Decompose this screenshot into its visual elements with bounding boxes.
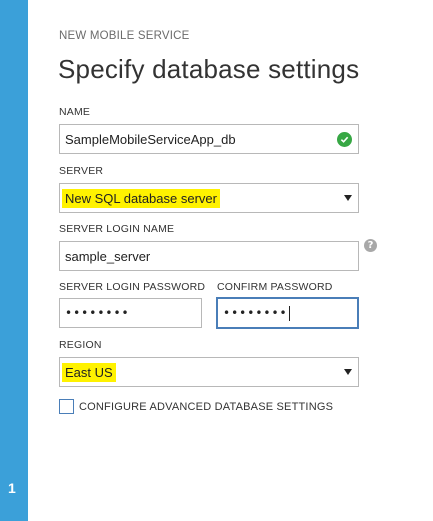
chevron-down-icon [344, 195, 352, 201]
server-login-name-field[interactable]: sample_server [59, 241, 359, 271]
advanced-settings-label[interactable]: CONFIGURE ADVANCED DATABASE SETTINGS [79, 401, 333, 413]
chevron-down-icon [344, 369, 352, 375]
advanced-settings-checkbox[interactable] [59, 399, 74, 414]
server-select[interactable]: New SQL database server [59, 183, 359, 213]
server-label: SERVER [59, 165, 104, 177]
server-login-password-value: •••••••• [65, 306, 130, 320]
server-login-password-label: SERVER LOGIN PASSWORD [59, 281, 206, 293]
wizard-step-rail: 1 [0, 0, 28, 521]
server-login-name-value: sample_server [65, 248, 151, 264]
region-select[interactable]: East US [59, 357, 359, 387]
dialog-title: Specify database settings [58, 54, 360, 84]
dialog-subtitle: NEW MOBILE SERVICE [59, 30, 190, 42]
name-value: SampleMobileServiceApp_db [65, 131, 236, 147]
text-caret [288, 305, 290, 321]
step-number: 1 [8, 480, 16, 496]
name-label: NAME [59, 106, 91, 118]
server-login-name-label: SERVER LOGIN NAME [59, 223, 175, 235]
valid-check-icon [337, 132, 352, 147]
confirm-password-field[interactable]: •••••••• [216, 297, 359, 329]
confirm-password-label: CONFIRM PASSWORD [217, 281, 333, 293]
help-icon[interactable]: ? [364, 239, 377, 252]
confirm-password-value: •••••••• [223, 306, 288, 320]
server-login-password-field[interactable]: •••••••• [59, 298, 202, 328]
region-label: REGION [59, 339, 102, 351]
name-field[interactable]: SampleMobileServiceApp_db [59, 124, 359, 154]
region-selected-value: East US [62, 362, 116, 382]
server-selected-value: New SQL database server [62, 188, 220, 208]
